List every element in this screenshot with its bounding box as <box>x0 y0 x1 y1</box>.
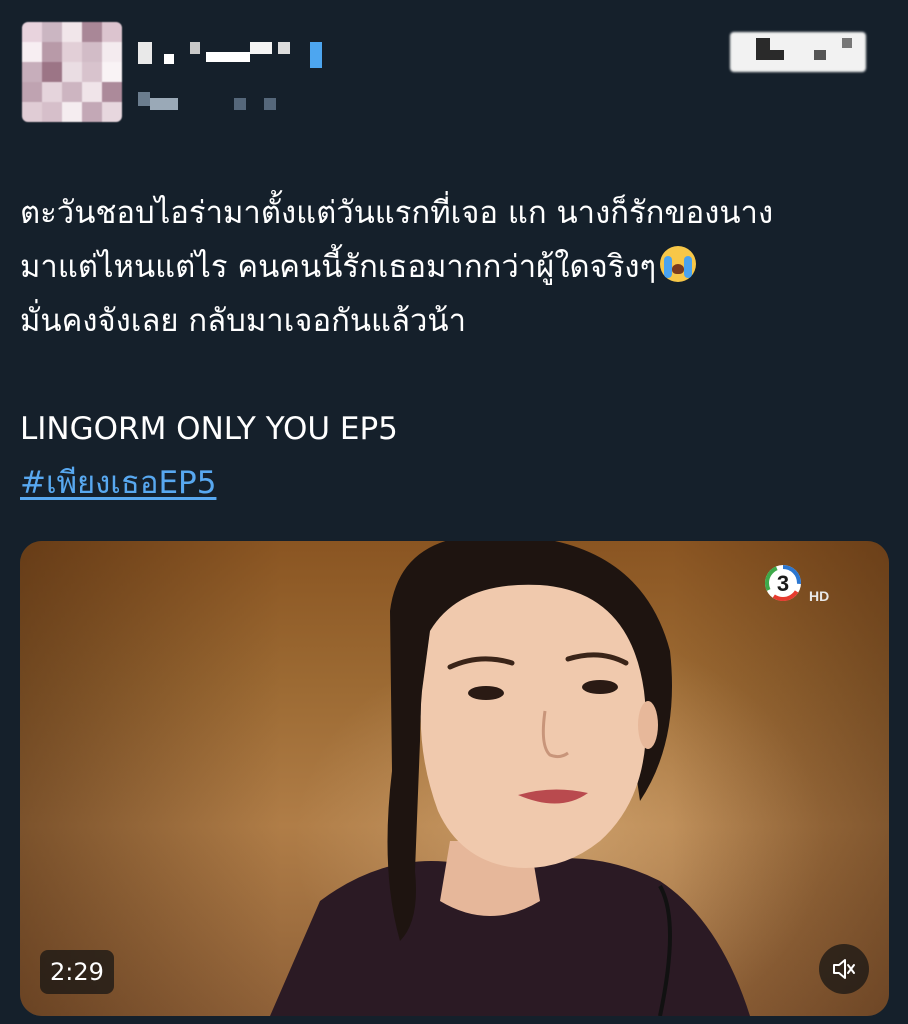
avatar-pixel <box>82 102 102 122</box>
tweet-text: ตะวันชอบไอร่ามาตั้งแต่วันแรกที่เจอ แก นา… <box>20 186 890 510</box>
avatar-pixel <box>22 42 42 62</box>
redacted-display-name[interactable] <box>138 40 338 70</box>
video-frame-left-eye <box>468 686 504 700</box>
avatar-pixel <box>22 62 42 82</box>
avatar-pixel <box>22 22 42 42</box>
avatar-pixel <box>82 22 102 42</box>
tweet-view: ตะวันชอบไอร่ามาตั้งแต่วันแรกที่เจอ แก นา… <box>0 0 908 1024</box>
avatar-pixel <box>82 42 102 62</box>
mute-toggle-button[interactable] <box>819 944 869 994</box>
tweet-line-2-text: มาแต่ไหนแต่ไร คนคนนี้รักเธอมากกว่าผู้ใดจ… <box>20 249 657 285</box>
avatar-pixel <box>102 62 122 82</box>
channel-hd-label: HD <box>809 588 829 604</box>
channel-3-hd-logo: 3 HD <box>765 565 829 604</box>
avatar-pixel <box>42 62 62 82</box>
channel-number: 3 <box>777 571 789 596</box>
avatar-pixel <box>42 102 62 122</box>
avatar-pixel <box>22 82 42 102</box>
avatar-pixel <box>102 102 122 122</box>
avatar-pixel <box>82 82 102 102</box>
avatar-pixel <box>42 22 62 42</box>
tweet-line-2: มาแต่ไหนแต่ไร คนคนนี้รักเธอมากกว่าผู้ใดจ… <box>20 240 890 294</box>
redacted-follow-button[interactable] <box>730 28 870 76</box>
avatar-pixel <box>62 82 82 102</box>
tweet-line-3: มั่นคงจังเลย กลับมาเจอกันแล้วน้า <box>20 303 467 339</box>
redacted-handle <box>138 92 298 110</box>
loudly-crying-face-icon <box>660 246 697 282</box>
avatar-pixel <box>62 102 82 122</box>
avatar-pixel <box>102 82 122 102</box>
avatar[interactable] <box>22 22 122 122</box>
avatar-pixel <box>42 42 62 62</box>
video-player[interactable]: 3 HD 2:29 <box>20 541 889 1016</box>
video-frame-ear <box>638 701 658 749</box>
avatar-pixel <box>82 62 102 82</box>
avatar-pixel <box>62 42 82 62</box>
avatar-pixel <box>102 22 122 42</box>
tweet-title-line: LINGORM ONLY YOU EP5 <box>20 411 398 447</box>
video-duration-badge: 2:29 <box>40 950 114 994</box>
avatar-pixel <box>42 82 62 102</box>
video-frame-person <box>270 541 750 1016</box>
avatar-pixel <box>62 62 82 82</box>
hashtag-link[interactable]: #เพียงเธอEP5 <box>20 456 216 510</box>
tweet-line-1: ตะวันชอบไอร่ามาตั้งแต่วันแรกที่เจอ แก นา… <box>20 195 774 231</box>
avatar-pixel <box>62 22 82 42</box>
avatar-pixel <box>102 42 122 62</box>
avatar-pixel <box>22 102 42 122</box>
speaker-muted-icon <box>833 959 855 979</box>
video-frame-face <box>420 584 647 868</box>
video-frame-right-eye <box>582 680 618 694</box>
